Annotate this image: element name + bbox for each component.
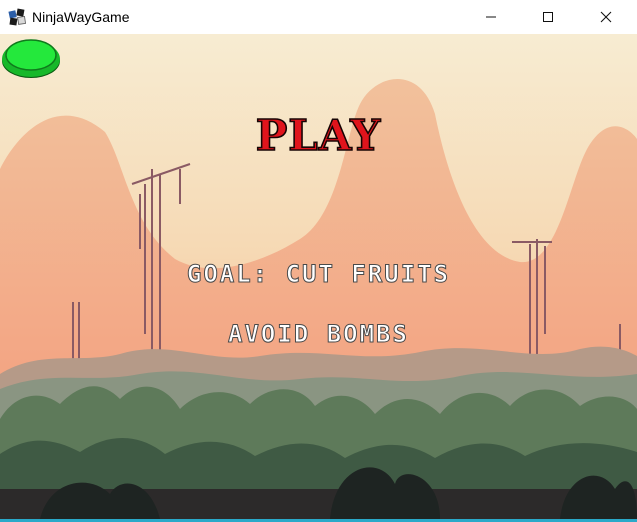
- close-button[interactable]: [583, 0, 629, 34]
- play-title: PLAY: [255, 110, 382, 161]
- app-icon: [8, 8, 26, 26]
- minimize-button[interactable]: [468, 0, 514, 34]
- play-button[interactable]: [0, 34, 62, 80]
- goal-text: GOAL: CUT FRUITS: [186, 260, 451, 289]
- avoid-text: AVOID BOMBS: [228, 320, 409, 349]
- close-icon: [600, 11, 612, 23]
- window-title: NinjaWayGame: [32, 9, 130, 25]
- game-canvas[interactable]: PLAY GOAL: CUT FRUITS AVOID BOMBS: [0, 34, 637, 519]
- minimize-icon: [486, 16, 496, 18]
- game-window: NinjaWayGame PLAY GOAL: CUT FRUITS AVOID…: [0, 0, 637, 522]
- maximize-icon: [543, 12, 553, 22]
- title-bar[interactable]: NinjaWayGame: [0, 0, 637, 34]
- maximize-button[interactable]: [525, 0, 571, 34]
